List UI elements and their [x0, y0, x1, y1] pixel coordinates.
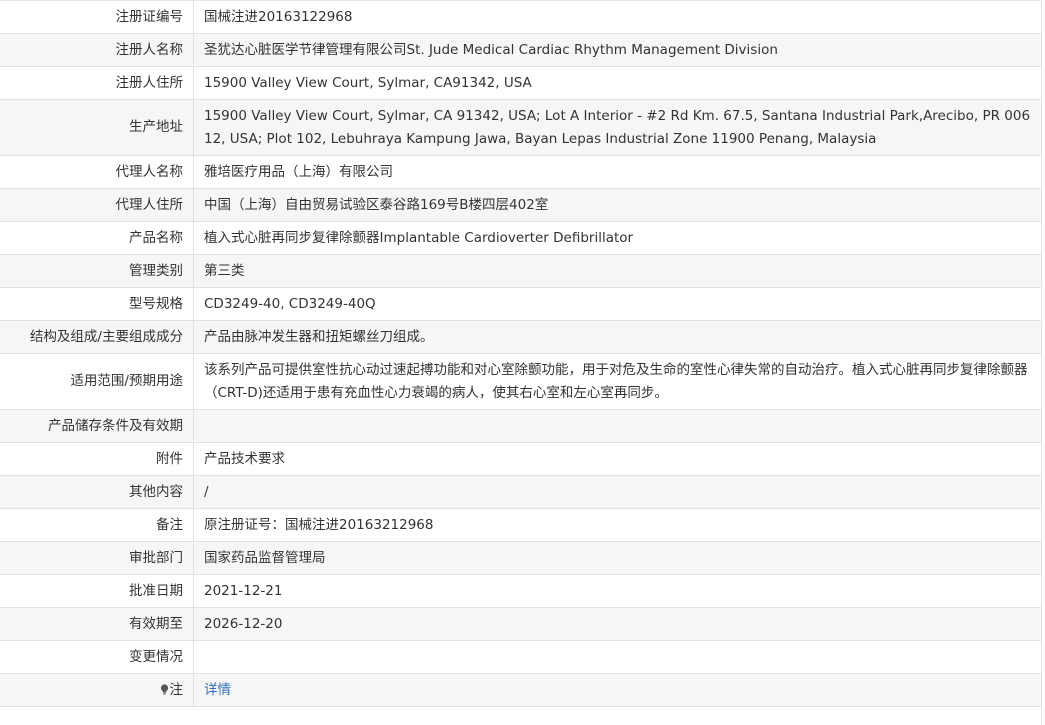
- row-label-registrant-address: 注册人住所: [0, 66, 194, 100]
- row-value-approval-department: 国家药品监督管理局: [193, 541, 1042, 575]
- row-value-registration-number: 国械注进20163122968: [193, 0, 1042, 34]
- table-row: 注 详情: [0, 673, 1042, 707]
- row-value-management-category: 第三类: [193, 254, 1042, 288]
- row-label-agent-name: 代理人名称: [0, 155, 194, 189]
- row-label-registrant-name: 注册人名称: [0, 33, 194, 67]
- row-value-note: 详情: [193, 673, 1042, 707]
- row-value-production-address: 15900 Valley View Court, Sylmar, CA 9134…: [193, 99, 1042, 156]
- row-value-storage-validity: [193, 409, 1042, 443]
- row-value-model-spec: CD3249-40, CD3249-40Q: [193, 287, 1042, 321]
- row-value-registrant-address: 15900 Valley View Court, Sylmar, CA91342…: [193, 66, 1042, 100]
- table-row: 产品储存条件及有效期: [0, 409, 1042, 443]
- table-row: 生产地址 15900 Valley View Court, Sylmar, CA…: [0, 99, 1042, 156]
- row-value-structure-composition: 产品由脉冲发生器和扭矩螺丝刀组成。: [193, 320, 1042, 354]
- row-label-intended-use: 适用范围/预期用途: [0, 353, 194, 410]
- row-label-management-category: 管理类别: [0, 254, 194, 288]
- table-row: 备注 原注册证号：国械注进20163212968: [0, 508, 1042, 542]
- row-value-change-status: [193, 640, 1042, 674]
- row-label-registration-number: 注册证编号: [0, 0, 194, 34]
- row-value-remarks: 原注册证号：国械注进20163212968: [193, 508, 1042, 542]
- row-value-agent-name: 雅培医疗用品（上海）有限公司: [193, 155, 1042, 189]
- row-value-attachment: 产品技术要求: [193, 442, 1042, 476]
- table-row: 型号规格 CD3249-40, CD3249-40Q: [0, 287, 1042, 321]
- row-value-registrant-name: 圣犹达心脏医学节律管理有限公司St. Jude Medical Cardiac …: [193, 33, 1042, 67]
- row-label-attachment: 附件: [0, 442, 194, 476]
- table-row: 附件 产品技术要求: [0, 442, 1042, 476]
- row-label-approval-date: 批准日期: [0, 574, 194, 608]
- details-link[interactable]: 详情: [204, 682, 231, 698]
- table-row: 产品名称 植入式心脏再同步复律除颤器Implantable Cardiovert…: [0, 221, 1042, 255]
- table-row: 代理人住所 中国（上海）自由贸易试验区泰谷路169号B楼四层402室: [0, 188, 1042, 222]
- row-label-structure-composition: 结构及组成/主要组成成分: [0, 320, 194, 354]
- row-label-storage-validity: 产品储存条件及有效期: [0, 409, 194, 443]
- row-value-agent-address: 中国（上海）自由贸易试验区泰谷路169号B楼四层402室: [193, 188, 1042, 222]
- row-label-remarks: 备注: [0, 508, 194, 542]
- row-label-production-address: 生产地址: [0, 99, 194, 156]
- row-label-other-content: 其他内容: [0, 475, 194, 509]
- table-row: 注册证编号 国械注进20163122968: [0, 0, 1042, 34]
- row-label-valid-until: 有效期至: [0, 607, 194, 641]
- row-label-agent-address: 代理人住所: [0, 188, 194, 222]
- row-value-valid-until: 2026-12-20: [193, 607, 1042, 641]
- registration-detail-table: 注册证编号 国械注进20163122968 注册人名称 圣犹达心脏医学节律管理有…: [0, 0, 1042, 707]
- table-right-border: [1041, 0, 1042, 725]
- row-value-approval-date: 2021-12-21: [193, 574, 1042, 608]
- row-label-approval-department: 审批部门: [0, 541, 194, 575]
- note-label: 注: [169, 681, 184, 698]
- table-row: 注册人住所 15900 Valley View Court, Sylmar, C…: [0, 66, 1042, 100]
- row-label-model-spec: 型号规格: [0, 287, 194, 321]
- table-row: 结构及组成/主要组成成分 产品由脉冲发生器和扭矩螺丝刀组成。: [0, 320, 1042, 354]
- table-row: 批准日期 2021-12-21: [0, 574, 1042, 608]
- table-row: 审批部门 国家药品监督管理局: [0, 541, 1042, 575]
- row-value-other-content: /: [193, 475, 1042, 509]
- table-row: 适用范围/预期用途 该系列产品可提供室性抗心动过速起搏功能和对心室除颤功能，用于…: [0, 353, 1042, 410]
- row-value-intended-use: 该系列产品可提供室性抗心动过速起搏功能和对心室除颤功能，用于对危及生命的室性心律…: [193, 353, 1042, 410]
- row-label-product-name: 产品名称: [0, 221, 194, 255]
- row-label-note: 注: [0, 673, 194, 707]
- lightbulb-icon: [160, 683, 168, 694]
- table-row: 注册人名称 圣犹达心脏医学节律管理有限公司St. Jude Medical Ca…: [0, 33, 1042, 67]
- table-row: 有效期至 2026-12-20: [0, 607, 1042, 641]
- row-label-change-status: 变更情况: [0, 640, 194, 674]
- table-row: 代理人名称 雅培医疗用品（上海）有限公司: [0, 155, 1042, 189]
- table-row: 其他内容 /: [0, 475, 1042, 509]
- row-value-product-name: 植入式心脏再同步复律除颤器Implantable Cardioverter De…: [193, 221, 1042, 255]
- table-row: 变更情况: [0, 640, 1042, 674]
- table-row: 管理类别 第三类: [0, 254, 1042, 288]
